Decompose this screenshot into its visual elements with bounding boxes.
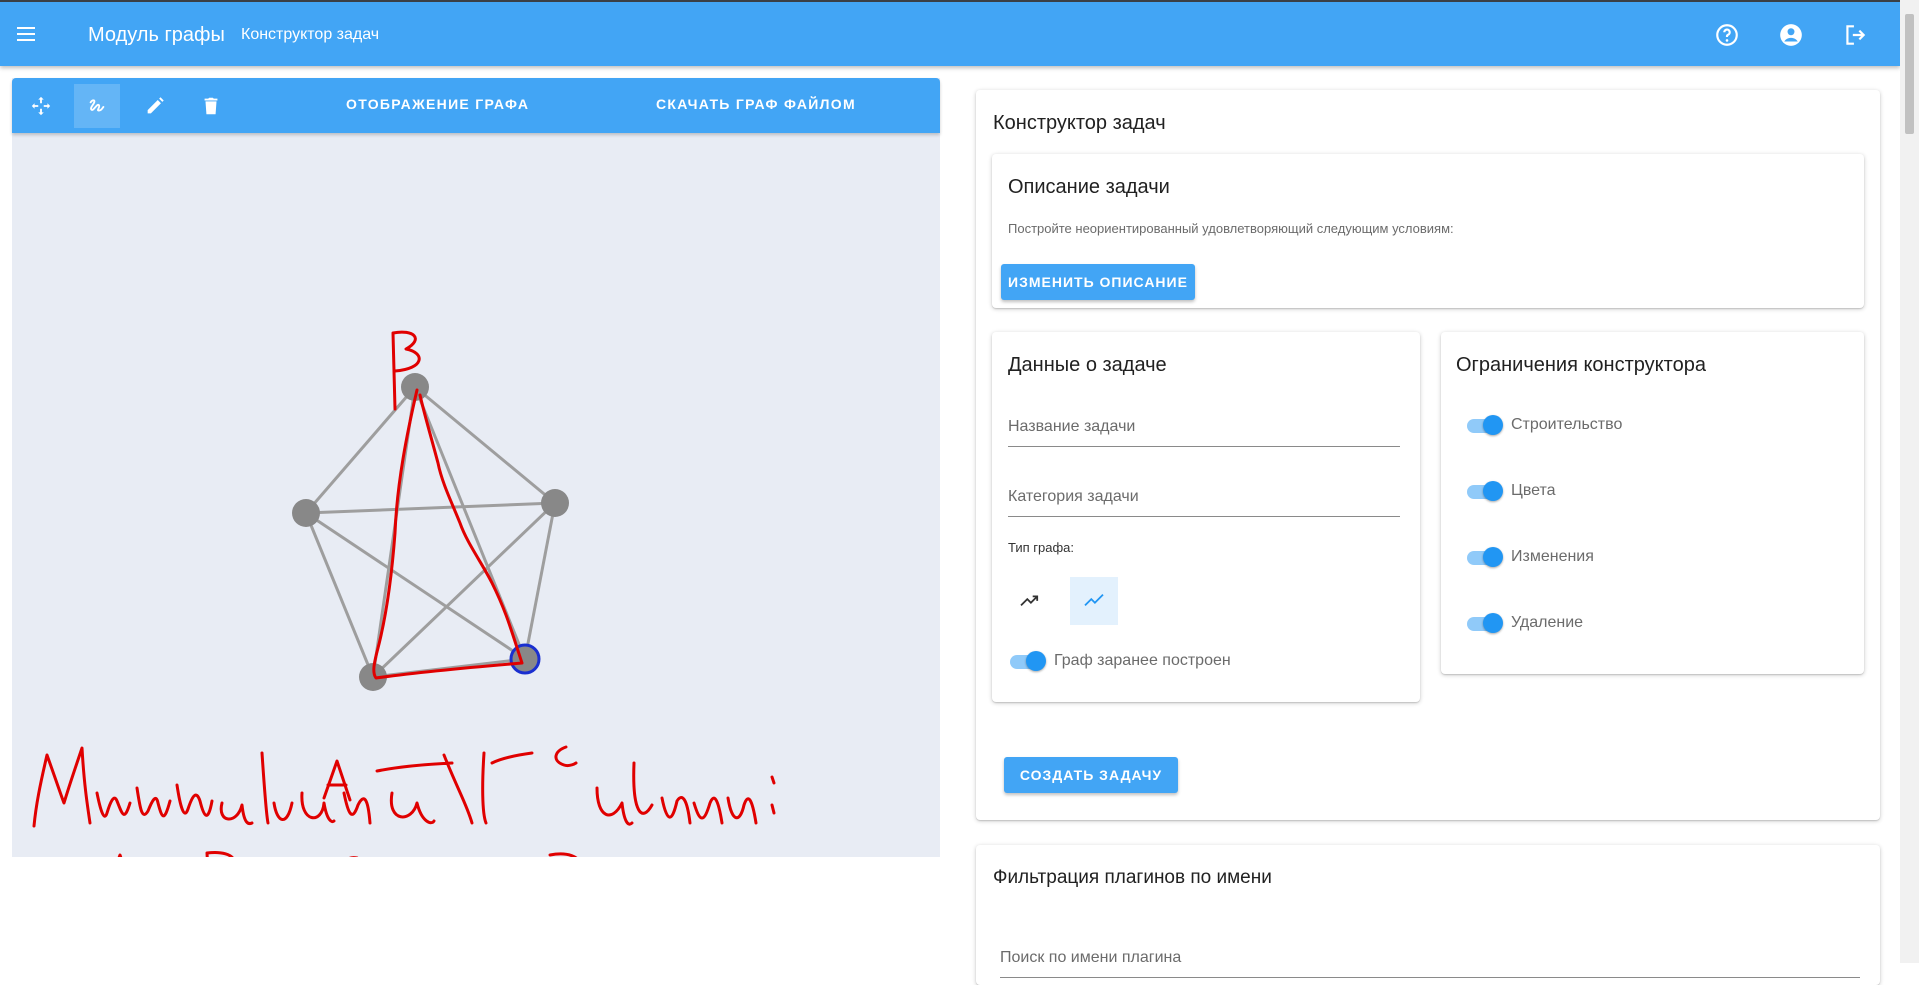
graph-type-label: Тип графа:	[1008, 540, 1075, 555]
task-category-placeholder: Категория задачи	[1008, 488, 1139, 505]
undirected-graph-icon	[1084, 593, 1104, 607]
colors-toggle[interactable]	[1465, 480, 1505, 502]
construction-label: Строительство	[1511, 416, 1623, 433]
task-name-placeholder: Название задачи	[1008, 418, 1136, 435]
toggle-knob	[1026, 651, 1046, 671]
task-name-field[interactable]: Название задачи	[1008, 418, 1400, 447]
draw-icon[interactable]	[74, 84, 120, 128]
graph-canvas[interactable]	[12, 133, 940, 857]
plugin-search-field[interactable]: Поиск по имени плагина	[1000, 949, 1860, 978]
move-icon[interactable]	[18, 84, 64, 128]
constraints-card: Ограничения конструктора Строительство Ц…	[1441, 332, 1864, 674]
menu-icon[interactable]	[14, 22, 42, 46]
edit-icon[interactable]	[132, 84, 178, 128]
create-task-button[interactable]: СОЗДАТЬ ЗАДАЧУ	[1004, 757, 1178, 793]
logout-icon[interactable]	[1842, 22, 1870, 50]
construction-toggle[interactable]	[1465, 414, 1505, 436]
change-description-button[interactable]: ИЗМЕНИТЬ ОПИСАНИЕ	[1001, 264, 1195, 300]
toggle-knob	[1483, 415, 1503, 435]
constraints-title: Ограничения конструктора	[1456, 354, 1706, 376]
plugin-search-placeholder: Поиск по имени плагина	[1000, 949, 1182, 966]
directed-graph-button[interactable]	[1006, 577, 1054, 625]
task-category-field[interactable]: Категория задачи	[1008, 488, 1400, 517]
download-graph-button[interactable]: СКАЧАТЬ ГРАФ ФАЙЛОМ	[656, 96, 856, 112]
toggle-knob	[1483, 481, 1503, 501]
directed-graph-icon	[1020, 595, 1039, 607]
page-scrollbar[interactable]	[1900, 0, 1919, 963]
app-bar: Модуль графы Конструктор задач	[0, 0, 1900, 66]
account-icon[interactable]	[1778, 22, 1806, 50]
colors-label: Цвета	[1511, 482, 1556, 499]
changes-label: Изменения	[1511, 548, 1594, 565]
deletion-label: Удаление	[1511, 614, 1584, 631]
graph-toolbar: ОТОБРАЖЕНИЕ ГРАФА СКАЧАТЬ ГРАФ ФАЙЛОМ	[12, 78, 940, 133]
constructor-title: Конструктор задач	[993, 112, 1166, 134]
scrollbar-thumb[interactable]	[1905, 14, 1914, 134]
app-subtitle: Конструктор задач	[241, 26, 380, 43]
help-icon[interactable]	[1714, 22, 1742, 50]
deletion-toggle[interactable]	[1465, 612, 1505, 634]
toggle-knob	[1483, 547, 1503, 567]
graph-edge	[305, 501, 556, 515]
graph-panel: ОТОБРАЖЕНИЕ ГРАФА СКАЧАТЬ ГРАФ ФАЙЛОМ	[12, 78, 940, 857]
graph-node-selected[interactable]	[509, 643, 541, 675]
task-data-card: Данные о задаче Название задачи Категори…	[992, 332, 1420, 702]
delete-icon[interactable]	[188, 84, 234, 128]
graph-edge	[414, 385, 556, 505]
graph-node[interactable]	[292, 499, 320, 527]
description-title: Описание задачи	[1008, 176, 1170, 198]
plugins-filter-title: Фильтрация плагинов по имени	[993, 867, 1272, 888]
graph-edge	[304, 512, 375, 678]
handwritten-annotation	[32, 330, 776, 857]
changes-toggle[interactable]	[1465, 546, 1505, 568]
app-title: Модуль графы	[88, 24, 225, 46]
undirected-graph-button[interactable]	[1070, 577, 1118, 625]
prebuilt-graph-toggle[interactable]	[1008, 650, 1048, 672]
display-graph-button[interactable]: ОТОБРАЖЕНИЕ ГРАФА	[346, 96, 529, 112]
plugins-filter-card: Фильтрация плагинов по имени Поиск по им…	[976, 845, 1880, 985]
task-data-title: Данные о задаче	[1008, 354, 1167, 376]
prebuilt-graph-label: Граф заранее построен	[1054, 652, 1231, 669]
toggle-knob	[1483, 613, 1503, 633]
constructor-card: Конструктор задач Описание задачи Постро…	[976, 90, 1880, 820]
description-card: Описание задачи Постройте неориентирован…	[992, 154, 1864, 308]
graph-node[interactable]	[541, 489, 569, 517]
description-text: Постройте неориентированный удовлетворяю…	[1008, 221, 1454, 236]
